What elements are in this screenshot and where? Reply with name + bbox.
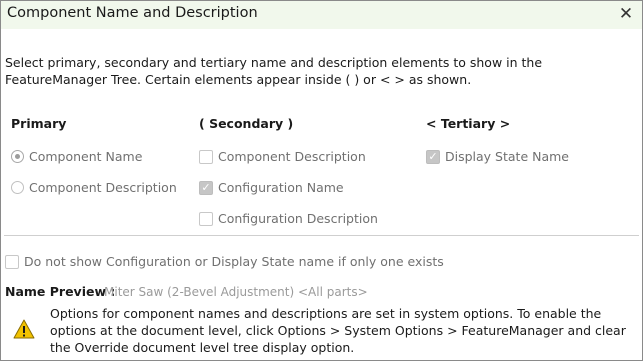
option-label: Do not show Configuration or Display Sta…: [24, 254, 444, 269]
option-label: Configuration Description: [218, 211, 378, 226]
checkbox-icon: [5, 254, 19, 269]
secondary-component-description-checkbox[interactable]: Component Description: [199, 149, 366, 164]
hide-single-name-checkbox[interactable]: Do not show Configuration or Display Sta…: [5, 254, 444, 269]
name-preview-label: Name Preview :: [5, 284, 116, 299]
tertiary-display-state-name-checkbox[interactable]: ✓ Display State Name: [426, 149, 569, 164]
secondary-configuration-name-checkbox[interactable]: ✓ Configuration Name: [199, 180, 344, 195]
radio-selected-icon: [11, 150, 24, 163]
checkbox-checked-icon: ✓: [199, 180, 213, 195]
name-preview-value: Miter Saw (2-Bevel Adjustment) <All part…: [104, 285, 368, 299]
checkbox-icon: [199, 149, 213, 164]
option-label: Configuration Name: [218, 180, 344, 195]
option-label: Component Description: [218, 149, 366, 164]
option-label: Component Name: [29, 149, 143, 164]
instructions-text: Select primary, secondary and tertiary n…: [5, 55, 543, 87]
component-name-dialog: Component Name and Description ✕ Select …: [0, 0, 643, 361]
close-icon[interactable]: ✕: [616, 4, 636, 24]
option-label: Component Description: [29, 180, 177, 195]
primary-heading: Primary: [11, 116, 67, 131]
dialog-title: Component Name and Description: [7, 5, 258, 21]
checkbox-icon: [199, 211, 213, 226]
title-bar: Component Name and Description ✕: [1, 1, 642, 29]
secondary-heading: ( Secondary ): [199, 116, 294, 131]
checkbox-checked-icon: ✓: [426, 149, 440, 164]
tertiary-heading: < Tertiary >: [426, 116, 511, 131]
option-label: Display State Name: [445, 149, 569, 164]
radio-icon: [11, 181, 24, 194]
secondary-configuration-description-checkbox[interactable]: Configuration Description: [199, 211, 378, 226]
warning-icon: [13, 319, 35, 339]
divider: [4, 235, 639, 236]
primary-component-description-radio[interactable]: Component Description: [11, 180, 177, 195]
warning-message: Options for component names and descript…: [50, 306, 626, 355]
primary-component-name-radio[interactable]: Component Name: [11, 149, 142, 164]
